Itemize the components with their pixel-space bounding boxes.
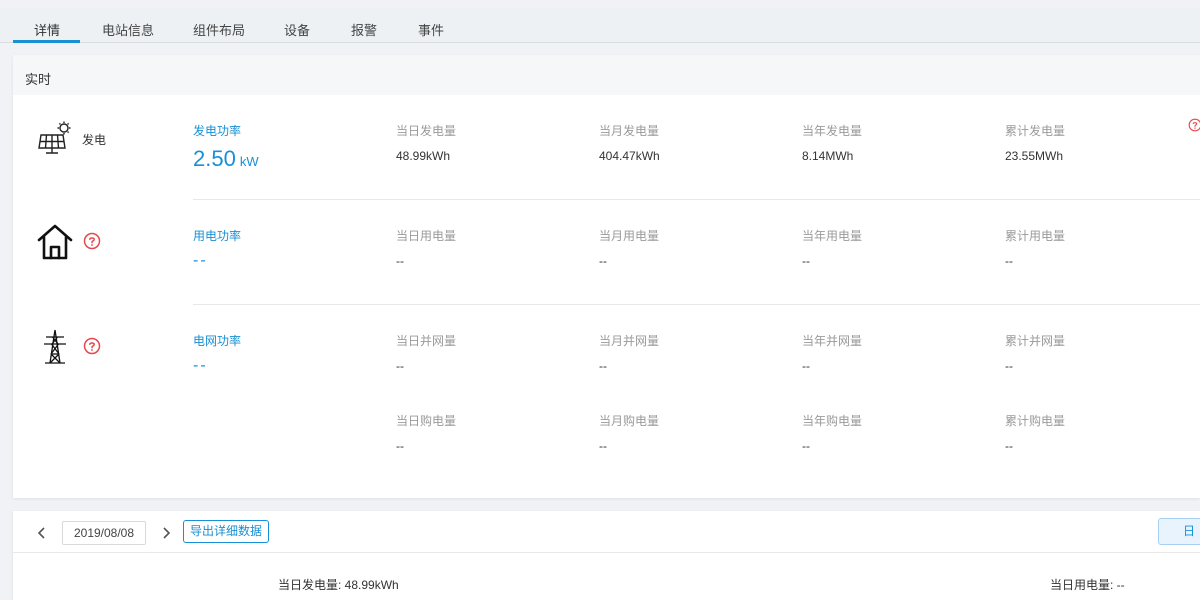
- realtime-card: 实时 发电 发电功率 2.50 kW 当日发电量 48.99kWh 当月发电量 4…: [13, 55, 1200, 498]
- metric-value: --: [396, 359, 404, 373]
- date-picker[interactable]: 2019/08/08: [62, 521, 146, 545]
- consumption-power-title: 用电功率: [193, 229, 242, 243]
- metric-value: --: [1005, 359, 1013, 373]
- metric-value: 8.14MWh: [802, 149, 854, 163]
- realtime-card-header: 实时: [13, 55, 1200, 95]
- metric-value: --: [599, 254, 607, 268]
- metric-value: --: [802, 439, 810, 453]
- metric-title: 当日用电量: [396, 229, 457, 243]
- house-icon: [37, 224, 73, 260]
- metric-value: --: [396, 254, 404, 268]
- metric-title: 累计发电量: [1005, 124, 1066, 138]
- daily-generation-summary: 当日发电量: 48.99kWh: [278, 578, 399, 592]
- help-icon[interactable]: [1188, 118, 1200, 132]
- metric-title: 当年用电量: [802, 229, 863, 243]
- metric-title: 当日并网量: [396, 334, 457, 348]
- generation-power-title: 发电功率: [193, 124, 242, 138]
- solar-panel-icon: [38, 121, 71, 154]
- metric-value: --: [1005, 254, 1013, 268]
- metric-title: 当年购电量: [802, 414, 863, 428]
- row-divider: [193, 199, 1200, 200]
- metric-value: 404.47kWh: [599, 149, 660, 163]
- metric-title: 当月用电量: [599, 229, 660, 243]
- metric-title: 当年并网量: [802, 334, 863, 348]
- export-details-button[interactable]: 导出详细数据: [183, 520, 269, 543]
- active-tab-indicator: [13, 40, 80, 43]
- metric-value: --: [802, 359, 810, 373]
- daily-consumption-summary: 当日用电量: --: [1050, 578, 1125, 592]
- metric-value: --: [1005, 439, 1013, 453]
- tab-module-layout[interactable]: 组件布局: [193, 20, 245, 39]
- grid-power-title: 电网功率: [193, 334, 242, 348]
- help-icon[interactable]: [83, 232, 101, 250]
- metric-value: --: [599, 439, 607, 453]
- chevron-left-icon[interactable]: [37, 527, 47, 539]
- tab-devices[interactable]: 设备: [284, 20, 310, 39]
- metric-title: 当月发电量: [599, 124, 660, 138]
- tab-bar: 详情 电站信息 组件布局 设备 报警 事件: [0, 8, 1200, 43]
- generation-power-value: 2.50 kW: [193, 146, 259, 171]
- metric-title: 累计购电量: [1005, 414, 1066, 428]
- row-divider: [193, 304, 1200, 305]
- metric-title: 当年发电量: [802, 124, 863, 138]
- chevron-right-icon[interactable]: [161, 527, 171, 539]
- period-day-button[interactable]: 日: [1158, 518, 1200, 545]
- realtime-title: 实时: [25, 72, 52, 87]
- tab-station-info[interactable]: 电站信息: [102, 20, 154, 39]
- metric-title: 当日购电量: [396, 414, 457, 428]
- metric-title: 累计并网量: [1005, 334, 1066, 348]
- metric-value: --: [396, 439, 404, 453]
- metric-title: 累计用电量: [1005, 229, 1066, 243]
- help-icon[interactable]: [83, 337, 101, 355]
- transmission-tower-icon: [44, 329, 66, 364]
- history-card: 2019/08/08 导出详细数据 日 当日发电量: 48.99kWh 当日用电…: [13, 511, 1200, 600]
- tab-alarms[interactable]: 报警: [351, 20, 377, 39]
- metric-value: 48.99kWh: [396, 149, 451, 163]
- metric-title: 当月购电量: [599, 414, 660, 428]
- metric-value: --: [802, 254, 810, 268]
- tab-details[interactable]: 详情: [34, 20, 60, 39]
- metric-title: 当日发电量: [396, 124, 457, 138]
- metric-value: 23.55MWh: [1005, 149, 1064, 163]
- grid-power-value: --: [193, 357, 208, 374]
- generation-label: 发电: [82, 133, 107, 147]
- history-divider: [13, 552, 1200, 553]
- metric-value: --: [599, 359, 607, 373]
- consumption-power-value: --: [193, 252, 208, 269]
- metric-title: 当月并网量: [599, 334, 660, 348]
- tab-events[interactable]: 事件: [418, 20, 444, 39]
